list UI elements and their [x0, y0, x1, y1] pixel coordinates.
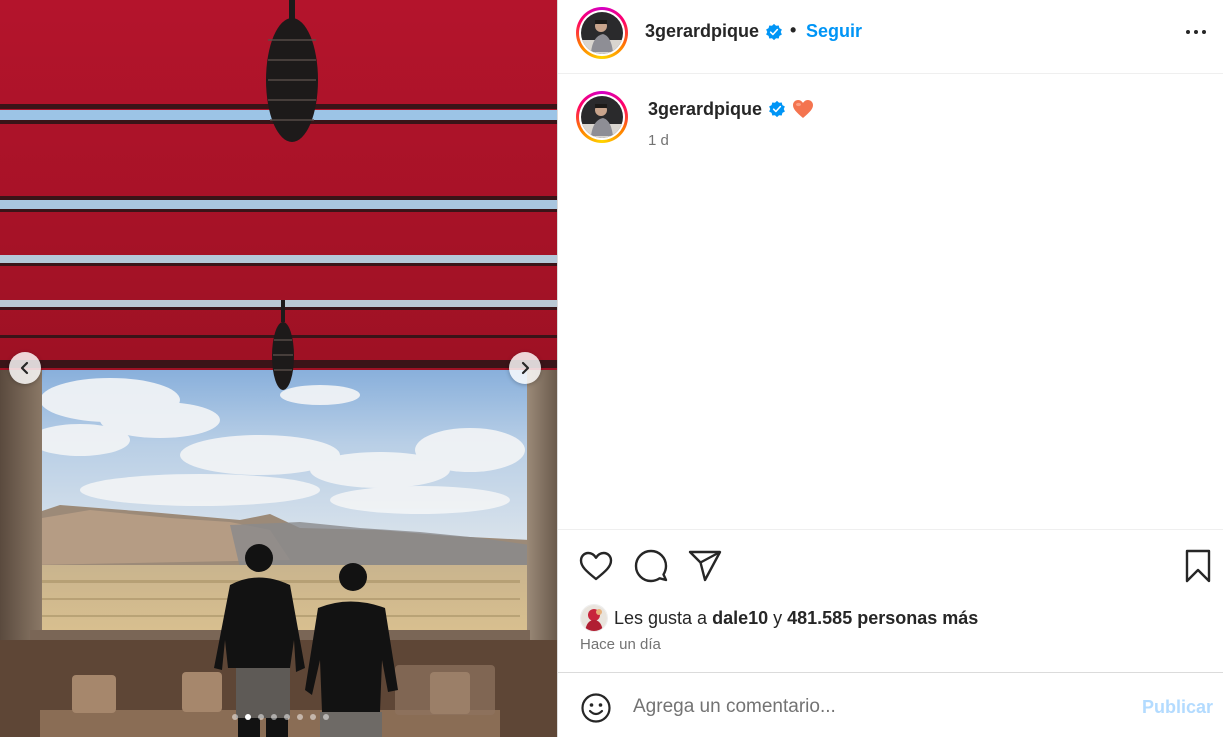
comment-composer: Publicar [558, 672, 1223, 737]
post-media[interactable] [0, 0, 557, 737]
bookmark-icon [1185, 549, 1211, 583]
previous-slide-button[interactable] [9, 352, 41, 384]
post-date[interactable]: Hace un día [580, 636, 661, 653]
heart-outline-icon [579, 551, 613, 581]
verified-badge-icon [769, 100, 785, 118]
save-button[interactable] [1180, 548, 1216, 584]
post-side-panel: 3gerardpique • Seguir 3gerardpique 1 d L… [557, 0, 1223, 737]
comment-bubble-icon [634, 549, 668, 583]
share-button[interactable] [687, 548, 723, 584]
likes-count[interactable]: 481.585 personas más [787, 608, 978, 629]
more-options-icon[interactable] [1182, 22, 1210, 42]
post-photo [0, 0, 557, 737]
post-header: 3gerardpique • Seguir [558, 0, 1223, 74]
slide-indicator [0, 714, 557, 720]
header-separator: • [790, 20, 797, 40]
slide-dot [232, 714, 238, 720]
avatar-image [581, 96, 623, 138]
likes-connector: y [768, 607, 788, 628]
slide-dot-active [245, 714, 251, 720]
avatar-image [581, 12, 623, 54]
comment-input[interactable] [633, 691, 1103, 723]
like-button[interactable] [578, 548, 614, 584]
follow-button[interactable]: Seguir [806, 21, 862, 42]
slide-dot [297, 714, 303, 720]
chevron-right-icon [521, 361, 530, 375]
author-username[interactable]: 3gerardpique [645, 21, 759, 42]
caption-avatar[interactable] [576, 91, 628, 143]
post-actions: Les gusta a dale10 y 481.585 personas má… [558, 529, 1223, 672]
caption-username[interactable]: 3gerardpique [648, 99, 762, 120]
slide-dot [284, 714, 290, 720]
verified-badge-icon [766, 23, 782, 41]
slide-dot [271, 714, 277, 720]
liker-avatar[interactable] [580, 604, 608, 632]
comment-button[interactable] [633, 548, 669, 584]
smiley-icon[interactable] [580, 692, 612, 724]
chevron-left-icon [20, 361, 29, 375]
instagram-post: 3gerardpique • Seguir 3gerardpique 1 d L… [0, 0, 1223, 737]
likes-summary: Les gusta a dale10 y 481.585 personas má… [580, 604, 978, 632]
paper-plane-icon [688, 550, 722, 582]
slide-dot [258, 714, 264, 720]
author-avatar[interactable] [576, 7, 628, 59]
likes-prefix: Les gusta a [614, 607, 713, 628]
caption-timestamp[interactable]: 1 d [648, 132, 669, 149]
liker-username[interactable]: dale10 [712, 608, 768, 629]
slide-dot [310, 714, 316, 720]
slide-dot [323, 714, 329, 720]
orange-heart-icon [793, 100, 813, 118]
publish-button[interactable]: Publicar [1142, 697, 1213, 718]
next-slide-button[interactable] [509, 352, 541, 384]
